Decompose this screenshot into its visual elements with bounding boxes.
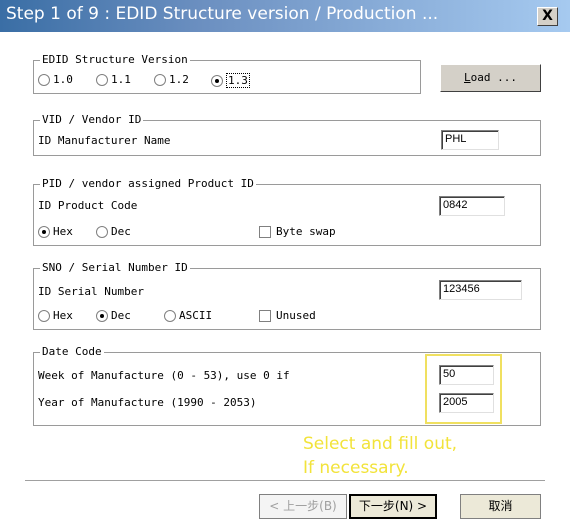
close-icon: X [542,8,553,24]
close-button[interactable]: X [537,7,558,26]
load-button[interactable]: Load ... [440,64,541,92]
pid-radio-hex[interactable]: Hex [38,225,73,238]
radio-icon [154,73,166,86]
window-title: Step 1 of 9 : EDID Structure version / P… [6,4,439,24]
radio-icon [96,73,108,86]
vid-group-title: VID / Vendor ID [40,113,144,126]
serial-number-label: ID Serial Number [38,285,144,298]
sno-group: SNO / Serial Number ID ID Serial Number … [33,261,541,330]
version-radio-label: 1.2 [169,73,189,86]
cancel-button[interactable]: 取消 [460,494,541,519]
unused-label: Unused [276,309,316,322]
footer-divider [25,480,545,482]
radio-selected-icon [96,309,108,322]
checkbox-icon [259,309,271,322]
annotation-line-1: Select and fill out, [303,434,458,454]
radio-icon [164,309,176,322]
pid-radio-dec[interactable]: Dec [96,225,131,238]
byte-swap-label: Byte swap [276,225,336,238]
sno-group-title: SNO / Serial Number ID [40,261,190,274]
byte-swap-checkbox[interactable]: Byte swap [259,225,336,238]
next-button[interactable]: 下一步(N) > [349,494,437,519]
manufacturer-name-label: ID Manufacturer Name [38,134,171,147]
date-code-group-title: Date Code [40,345,104,358]
version-radio-label: 1.1 [111,73,131,86]
edid-wizard-window: Step 1 of 9 : EDID Structure version / P… [0,0,570,530]
edid-version-group-title: EDID Structure Version [40,53,190,66]
sno-radio-dec-label: Dec [111,309,131,322]
sno-radio-ascii-label: ASCII [179,309,213,322]
week-of-manufacture-label: Week of Manufacture (0 - 53), use 0 if [38,369,290,382]
year-of-manufacture-label: Year of Manufacture (1990 - 2053) [38,396,257,409]
product-code-input[interactable]: 0842 [439,196,505,216]
annotation-highlight-box [425,354,502,424]
serial-number-input[interactable]: 123456 [439,280,522,300]
version-radio-1-0[interactable]: 1.0 [38,73,73,86]
annotation-line-2: If necessary. [303,458,409,478]
unused-checkbox[interactable]: Unused [259,309,316,322]
radio-selected-icon [211,74,223,87]
pid-group: PID / vendor assigned Product ID ID Prod… [33,177,541,246]
edid-version-group: EDID Structure Version 1.0 1.1 1.2 1.3 [33,53,421,94]
title-bar[interactable]: Step 1 of 9 : EDID Structure version / P… [0,0,570,32]
back-button[interactable]: < 上一步(B) [259,494,347,519]
vid-group: VID / Vendor ID ID Manufacturer Name PHL [33,113,541,156]
radio-icon [96,225,108,238]
version-radio-label: 1.3 [226,73,250,88]
checkbox-icon [259,225,271,238]
sno-radio-hex[interactable]: Hex [38,309,73,322]
radio-selected-icon [38,225,50,238]
product-code-label: ID Product Code [38,199,138,212]
version-radio-1-2[interactable]: 1.2 [154,73,189,86]
sno-radio-dec[interactable]: Dec [96,309,131,322]
radio-icon [38,73,50,86]
load-button-label: oad ... [470,71,517,84]
manufacturer-name-input[interactable]: PHL [441,130,499,150]
pid-radio-hex-label: Hex [53,225,73,238]
radio-icon [38,309,50,322]
version-radio-1-3[interactable]: 1.3 [211,73,250,88]
load-button-accel: L [464,71,471,84]
annotation-hint: Select and fill out, If necessary. [303,432,457,480]
sno-radio-hex-label: Hex [53,309,73,322]
sno-radio-ascii[interactable]: ASCII [164,309,212,322]
version-radio-label: 1.0 [53,73,73,86]
version-radio-1-1[interactable]: 1.1 [96,73,131,86]
pid-radio-dec-label: Dec [111,225,131,238]
pid-group-title: PID / vendor assigned Product ID [40,177,256,190]
